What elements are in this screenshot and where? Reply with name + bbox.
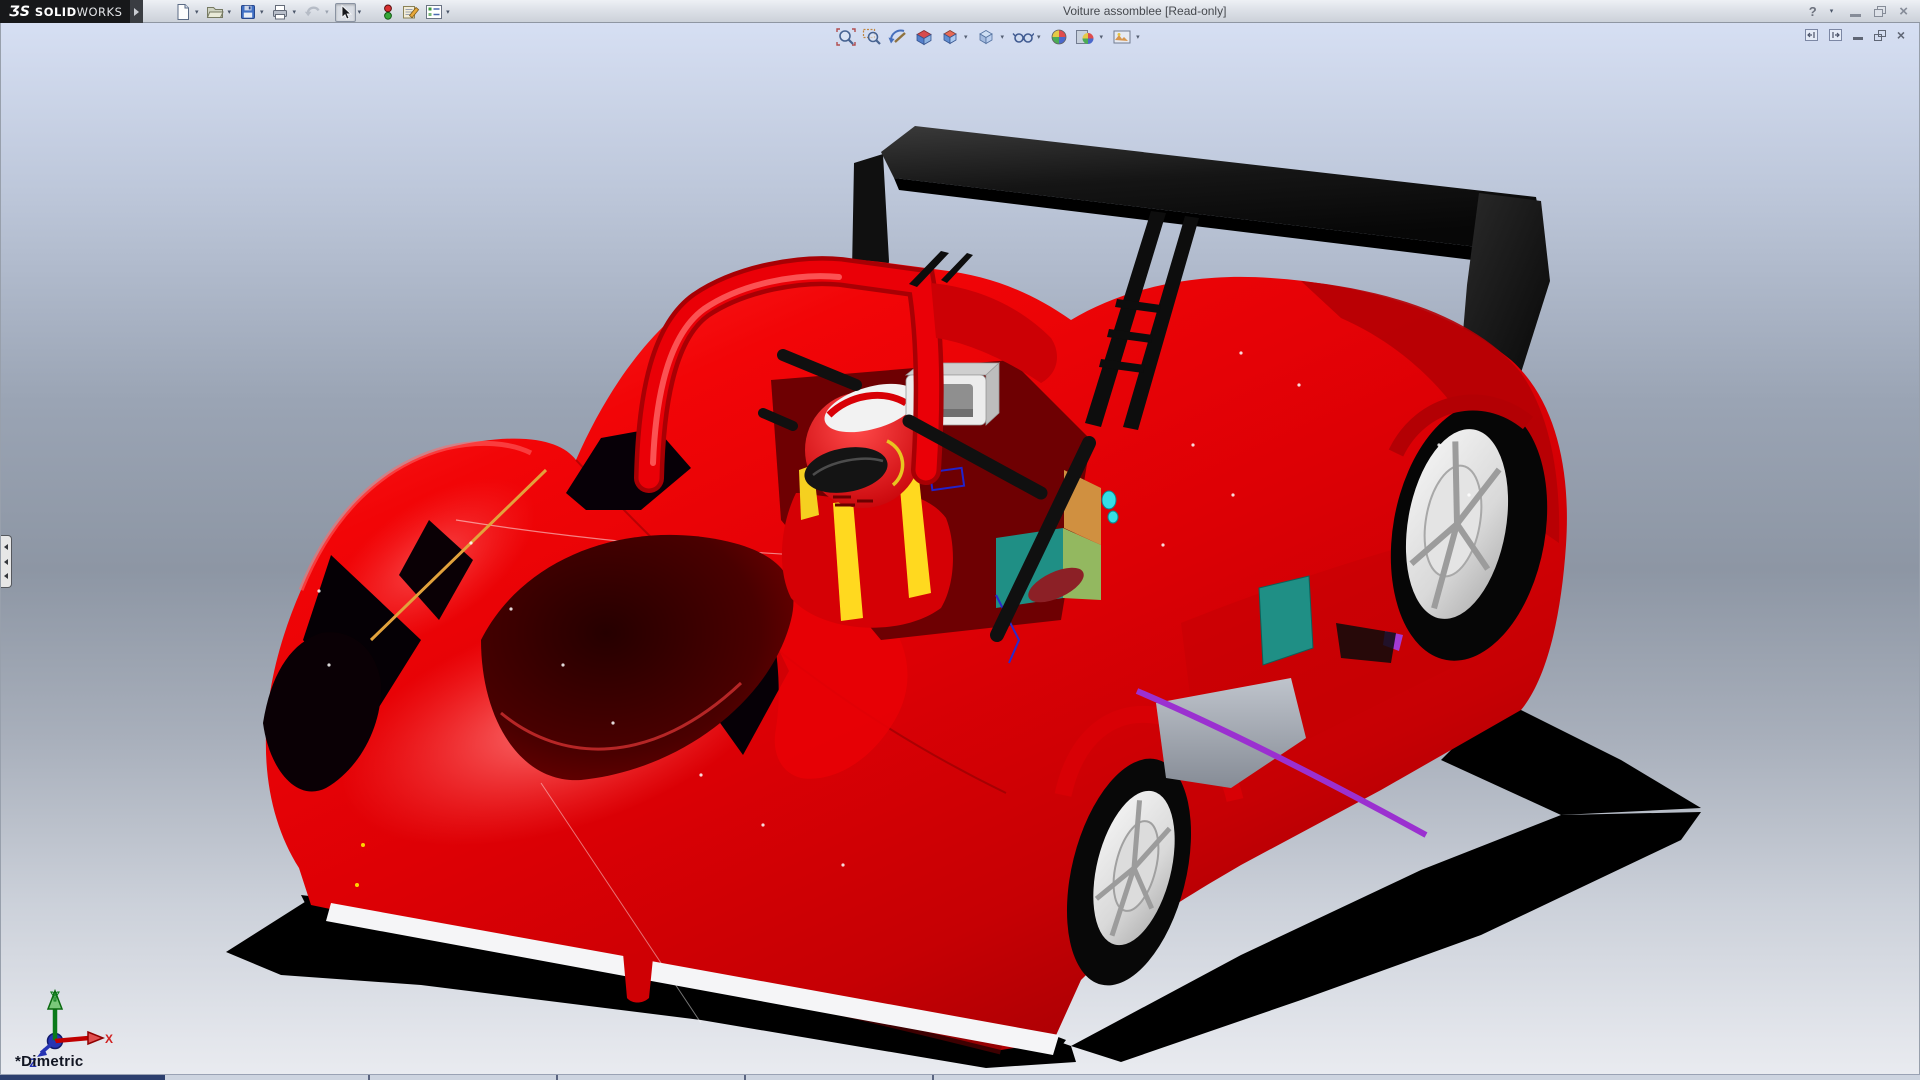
taskbar-divider — [556, 1075, 558, 1080]
brand-solid: SOLID — [35, 5, 77, 19]
pane-toggle-right-icon[interactable] — [1829, 29, 1842, 41]
view-orientation-dropdown[interactable]: ▾ — [964, 34, 968, 41]
view-orientation-icon — [939, 27, 961, 47]
pane-toggle-left-icon[interactable] — [1805, 29, 1818, 41]
headsup-view-toolbar: ▾ ▾ ▾ — [834, 27, 1144, 47]
section-view-icon — [913, 27, 935, 47]
undo-dropdown[interactable]: ▾ — [325, 9, 329, 16]
hide-show-dropdown[interactable]: ▾ — [1037, 34, 1041, 41]
taskbar-start-segment[interactable] — [0, 1075, 165, 1080]
document-title: Voiture assomblee [Read-only] — [1063, 4, 1226, 18]
apply-scene-icon — [1074, 27, 1096, 47]
previous-view-button[interactable] — [886, 27, 909, 47]
zoom-to-fit-button[interactable] — [834, 27, 857, 47]
new-document-button[interactable] — [172, 3, 193, 22]
view-orientation-label: *Dimetric — [15, 1053, 84, 1070]
open-dropdown[interactable]: ▾ — [228, 9, 232, 16]
print-icon — [270, 3, 290, 21]
taskbar-divider — [932, 1075, 934, 1080]
zoom-to-fit-icon — [835, 27, 857, 47]
standard-toolbar: ▾ ▾ ▾ ▾ — [172, 2, 454, 22]
edit-note-button[interactable] — [400, 3, 421, 22]
chevron-right-icon — [134, 8, 139, 16]
open-button[interactable] — [205, 3, 226, 22]
close-button[interactable]: × — [1899, 4, 1908, 19]
taskbar-edge[interactable] — [0, 1074, 1920, 1080]
zoom-to-area-icon — [861, 27, 883, 47]
view-settings-button[interactable] — [1110, 27, 1133, 47]
title-bar: ƷS SOLIDWORKS ▾ ▾ — [0, 0, 1920, 23]
display-style-icon — [975, 27, 997, 47]
solidworks-logo[interactable]: ƷS SOLIDWORKS — [0, 0, 130, 23]
previous-view-icon — [887, 27, 909, 47]
help-button[interactable]: ? — [1809, 4, 1817, 19]
traffic-light-icon — [381, 3, 395, 21]
restore-button[interactable] — [1874, 6, 1886, 17]
doc-restore-button[interactable] — [1874, 30, 1886, 41]
new-dropdown[interactable]: ▾ — [195, 9, 199, 16]
checklist-icon — [424, 3, 444, 21]
view-settings-icon — [1111, 27, 1133, 47]
appearance-ball-icon — [1048, 27, 1070, 47]
chevron-left-icon — [4, 559, 8, 565]
show-errors-button[interactable] — [377, 3, 398, 22]
options-dropdown[interactable]: ▾ — [446, 9, 450, 16]
zoom-to-area-button[interactable] — [860, 27, 883, 47]
ds-logo-icon: ƷS — [9, 4, 30, 20]
display-style-button[interactable] — [975, 27, 998, 47]
minimize-button[interactable] — [1850, 14, 1861, 17]
chevron-left-icon — [4, 573, 8, 579]
apply-scene-dropdown[interactable]: ▾ — [1100, 34, 1104, 41]
section-view-button[interactable] — [912, 27, 935, 47]
feature-panel-collapse-tab[interactable] — [1, 535, 12, 588]
print-dropdown[interactable]: ▾ — [293, 9, 297, 16]
taskbar-divider — [368, 1075, 370, 1080]
car-model-3d[interactable] — [1, 23, 1920, 1074]
doc-minimize-button[interactable] — [1853, 37, 1863, 40]
graphics-viewport[interactable]: ▾ ▾ ▾ — [0, 23, 1920, 1074]
select-tool-button[interactable] — [335, 3, 356, 22]
doc-close-button[interactable]: × — [1897, 28, 1905, 42]
menu-expand-button[interactable] — [130, 0, 143, 23]
chevron-left-icon — [4, 544, 8, 550]
new-document-icon — [173, 3, 193, 21]
options-button[interactable] — [423, 3, 444, 22]
select-dropdown[interactable]: ▾ — [358, 9, 362, 16]
document-window-controls: × — [1805, 28, 1905, 42]
view-orientation-button[interactable] — [938, 27, 961, 47]
cursor-arrow-icon — [336, 4, 354, 21]
solidworks-window: ƷS SOLIDWORKS ▾ ▾ — [0, 0, 1920, 1080]
print-button[interactable] — [270, 3, 291, 22]
display-style-dropdown[interactable]: ▾ — [1001, 34, 1005, 41]
open-folder-icon — [205, 3, 225, 21]
note-pencil-icon — [401, 3, 421, 21]
save-floppy-icon — [238, 3, 258, 21]
save-dropdown[interactable]: ▾ — [260, 9, 264, 16]
triad-y-label: Y — [51, 989, 60, 1004]
brand-works: WORKS — [77, 5, 123, 19]
save-button[interactable] — [237, 3, 258, 22]
undo-icon — [303, 3, 323, 21]
view-settings-dropdown[interactable]: ▾ — [1136, 34, 1140, 41]
triad-x-label: X — [105, 1032, 113, 1046]
undo-button[interactable] — [302, 3, 323, 22]
taskbar-divider — [744, 1075, 746, 1080]
hide-show-items-button[interactable] — [1011, 27, 1034, 47]
eyeglasses-icon — [1012, 27, 1034, 47]
apply-scene-button[interactable] — [1074, 27, 1097, 47]
window-controls: ? ▾ × — [1809, 0, 1908, 23]
edit-appearance-button[interactable] — [1048, 27, 1071, 47]
help-dropdown[interactable]: ▾ — [1830, 8, 1834, 15]
